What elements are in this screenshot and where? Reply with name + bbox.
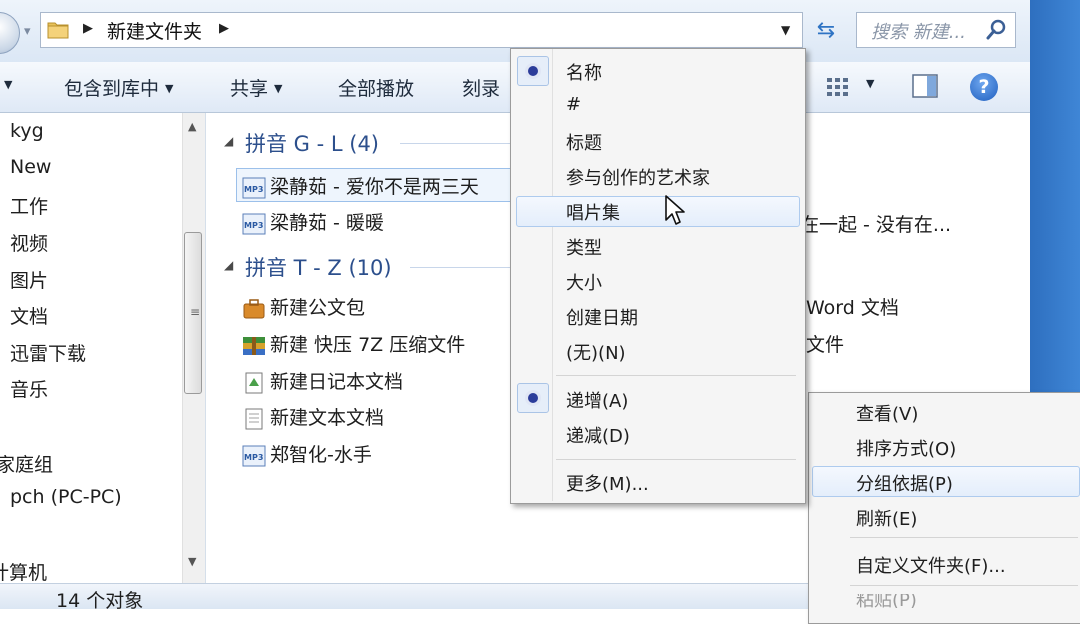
collapse-arrow-icon[interactable]: ◢ (224, 258, 233, 272)
mp3-icon: MP3 (242, 177, 266, 198)
menu-separator (850, 585, 1078, 586)
file-item-partial[interactable]: 在一起 - 没有在... (800, 210, 1030, 237)
context-menu-item[interactable]: 分组依据(P) (856, 470, 953, 496)
journal-icon (245, 372, 263, 393)
file-item[interactable]: 新建文本文档 (242, 403, 384, 430)
nav-item[interactable]: 图片 (10, 266, 48, 293)
views-dropdown-icon[interactable]: ▼ (866, 77, 874, 90)
mouse-cursor-icon (665, 195, 685, 225)
radio-bullet-icon (528, 393, 538, 403)
nav-item[interactable]: 视频 (10, 229, 48, 256)
recent-pages-dropdown-icon[interactable]: ▾ (24, 24, 31, 39)
group-by-item[interactable]: (无)(N) (566, 339, 626, 365)
menu-hover-highlight (516, 196, 800, 227)
file-item[interactable]: MP3 梁静茹 - 暖暖 (242, 208, 384, 235)
context-menu (808, 392, 1080, 624)
group-header[interactable]: 拼音 G - L (4) (245, 128, 379, 158)
group-divider (410, 267, 510, 268)
menu-gutter (552, 49, 553, 501)
file-item[interactable]: MP3 梁静茹 - 爱你不是两三天 (242, 172, 479, 199)
group-by-item[interactable]: # (566, 94, 581, 115)
search-input[interactable]: 搜索 新建... (871, 18, 966, 44)
sort-order-item[interactable]: 递减(D) (566, 422, 630, 448)
nav-item[interactable]: 迅雷下载 (10, 339, 86, 366)
sort-order-item[interactable]: 递增(A) (566, 387, 628, 413)
more-columns-item[interactable]: 更多(M)... (566, 470, 649, 496)
scroll-down-icon[interactable]: ▼ (188, 555, 196, 568)
group-by-item[interactable]: 大小 (566, 269, 602, 295)
group-divider (400, 143, 510, 144)
file-item-partial[interactable]: Word 文档 (806, 293, 899, 320)
folder-icon (47, 22, 69, 39)
group-by-item[interactable]: 创建日期 (566, 304, 638, 330)
svg-text:MP3: MP3 (244, 185, 263, 194)
file-item[interactable]: 新建公文包 (242, 293, 365, 320)
context-menu-item[interactable]: 粘贴(P) (856, 594, 917, 608)
group-by-item[interactable]: 唱片集 (566, 199, 620, 225)
nav-item[interactable]: 文档 (10, 302, 48, 329)
collapse-arrow-icon[interactable]: ◢ (224, 134, 233, 148)
context-menu-item[interactable]: 排序方式(O) (856, 435, 956, 461)
context-menu-item[interactable]: 查看(V) (856, 400, 918, 426)
group-by-item[interactable]: 参与创作的艺术家 (566, 164, 710, 190)
svg-text:MP3: MP3 (244, 453, 263, 462)
file-item[interactable]: MP3 郑智化-水手 (242, 440, 372, 467)
file-item[interactable]: 新建 快压 7Z 压缩文件 (242, 330, 465, 357)
group-by-item[interactable]: 标题 (566, 129, 602, 155)
views-grid-icon[interactable] (826, 76, 850, 98)
nav-item[interactable]: 工作 (10, 192, 48, 219)
menu-separator (556, 375, 796, 376)
search-icon[interactable] (985, 19, 1007, 41)
archive-icon (243, 336, 265, 355)
scroll-up-icon[interactable]: ▲ (188, 120, 196, 133)
nav-homegroup[interactable]: 家庭组 (0, 450, 53, 477)
nav-network-pc[interactable]: pch (PC-PC) (10, 486, 122, 508)
burn-button[interactable]: 刻录 (462, 74, 500, 101)
svg-text:MP3: MP3 (244, 221, 263, 230)
share-button[interactable]: 共享 ▼ (230, 74, 282, 101)
context-menu-item[interactable]: 刷新(E) (856, 505, 917, 531)
mp3-icon: MP3 (242, 213, 266, 234)
file-item-partial[interactable]: 文件 (806, 330, 844, 357)
refresh-icon[interactable]: ⇆ (806, 14, 846, 48)
text-file-icon (245, 408, 263, 429)
breadcrumb-folder[interactable]: 新建文件夹 (107, 17, 202, 44)
nav-item[interactable]: 音乐 (10, 375, 48, 402)
file-item[interactable]: 新建日记本文档 (242, 367, 403, 394)
desktop-background-strip (1030, 0, 1080, 400)
help-icon[interactable]: ? (970, 73, 998, 101)
address-dropdown-icon[interactable]: ▼ (781, 23, 790, 37)
breadcrumb-arrow-icon[interactable]: ▶ (219, 21, 229, 36)
include-library-button[interactable]: 包含到库中 ▼ (64, 74, 173, 101)
search-box[interactable]: 搜索 新建... (856, 12, 1016, 48)
group-by-item[interactable]: 类型 (566, 234, 602, 260)
nav-computer[interactable]: 计算机 (0, 558, 47, 585)
preview-pane-icon[interactable] (912, 74, 938, 98)
grip-icon: ≡ (190, 305, 201, 319)
breadcrumb-arrow-icon[interactable]: ▶ (83, 21, 93, 36)
mp3-icon: MP3 (242, 445, 266, 466)
menu-separator (556, 459, 796, 460)
group-by-item[interactable]: 名称 (566, 59, 602, 85)
radio-bullet-icon (528, 66, 538, 76)
briefcase-icon (243, 298, 265, 318)
play-all-button[interactable]: 全部播放 (338, 74, 414, 101)
status-bar: 14 个对象 (0, 583, 830, 612)
menu-separator (850, 537, 1078, 538)
chevron-down-icon: ▼ (274, 82, 283, 95)
group-header[interactable]: 拼音 T - Z (10) (245, 252, 392, 282)
context-menu-item[interactable]: 自定义文件夹(F)... (856, 552, 1006, 578)
group-by-submenu (510, 48, 806, 504)
address-bar[interactable]: ▶ 新建文件夹 ▶ ▼ (40, 12, 803, 48)
item-count: 14 个对象 (56, 590, 144, 612)
nav-item[interactable]: New (10, 156, 51, 178)
chevron-down-icon: ▼ (165, 82, 174, 95)
nav-item[interactable]: kyg (10, 120, 44, 142)
organize-dropdown-icon[interactable]: ▼ (0, 74, 12, 96)
